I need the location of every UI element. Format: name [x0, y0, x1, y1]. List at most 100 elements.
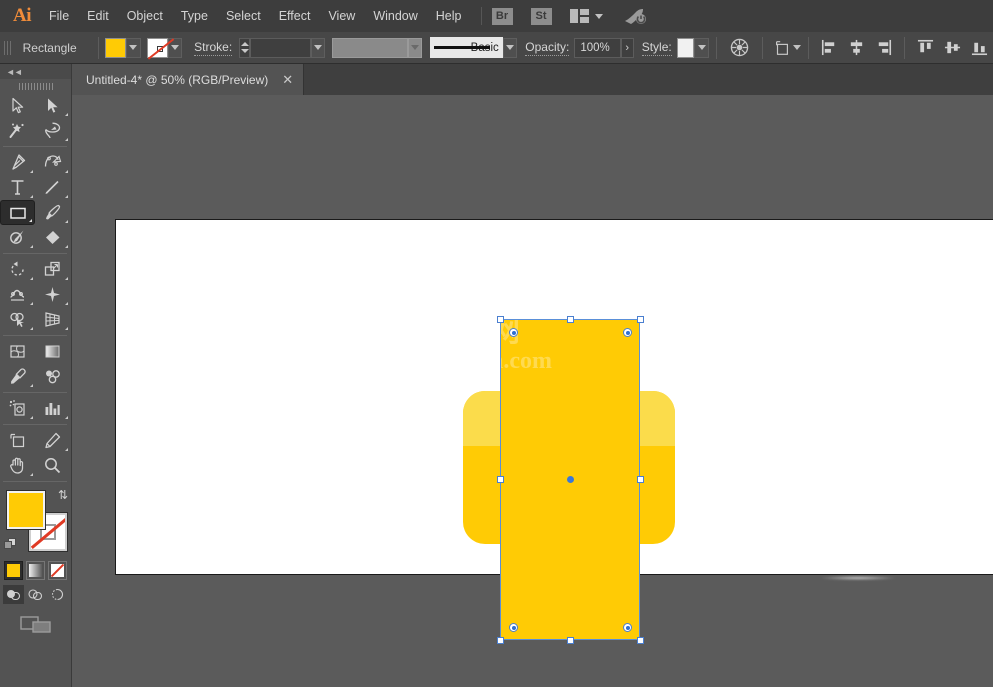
column-graph-tool[interactable]: [35, 396, 70, 421]
chevron-down-icon: [411, 45, 419, 50]
stroke-color-swatch[interactable]: [147, 38, 168, 58]
gradient-mode-button[interactable]: [26, 561, 45, 580]
mesh-tool[interactable]: [0, 339, 35, 364]
artboard-shadow: [820, 576, 896, 580]
none-mode-button[interactable]: [48, 561, 67, 580]
align-top-icon[interactable]: [917, 39, 934, 56]
scale-tool[interactable]: [35, 257, 70, 282]
control-bar-grip[interactable]: [4, 38, 13, 58]
align-vertical-center-icon[interactable]: [944, 39, 961, 56]
menu-item-window[interactable]: Window: [364, 4, 426, 28]
opacity-label[interactable]: Opacity:: [525, 40, 569, 56]
free-transform-tool[interactable]: [35, 282, 70, 307]
arrange-documents-icon: [570, 9, 589, 23]
slice-tool[interactable]: [35, 428, 70, 453]
stroke-weight-label[interactable]: Stroke:: [194, 40, 232, 56]
brush-definition-display[interactable]: Basic: [430, 37, 503, 58]
menu-item-edit[interactable]: Edit: [78, 4, 118, 28]
app-logo: Ai: [4, 5, 40, 27]
close-icon[interactable]: ✕: [282, 73, 293, 86]
pen-tool[interactable]: [0, 150, 35, 175]
selection-handle-bottom-right[interactable]: [637, 637, 644, 644]
brush-definition-dropdown[interactable]: [503, 38, 518, 58]
align-bottom-icon[interactable]: [971, 39, 988, 56]
artboard-tool[interactable]: [0, 428, 35, 453]
canvas-area[interactable]: 网 n.com: [72, 95, 993, 687]
transform-icon[interactable]: [773, 39, 791, 57]
draw-normal-button[interactable]: [3, 585, 24, 604]
panel-grip-icon[interactable]: [0, 79, 71, 93]
control-divider: [762, 37, 763, 59]
blend-tool[interactable]: [35, 364, 70, 389]
stroke-weight-input[interactable]: [250, 38, 311, 58]
menu-item-effect[interactable]: Effect: [270, 4, 320, 28]
shape-builder-tool[interactable]: [0, 307, 35, 332]
eraser-tool[interactable]: [35, 225, 70, 250]
chevron-down-icon[interactable]: [793, 45, 801, 50]
selection-handle-bottom-left[interactable]: [497, 637, 504, 644]
draw-inside-button[interactable]: [47, 585, 68, 604]
menu-item-object[interactable]: Object: [118, 4, 172, 28]
align-right-icon[interactable]: [875, 39, 892, 56]
anchor-point[interactable]: [509, 328, 518, 337]
lasso-tool[interactable]: [35, 118, 70, 143]
zoom-tool[interactable]: [35, 453, 70, 478]
double-chevron-left-icon[interactable]: ◄◄: [6, 67, 22, 77]
anchor-point[interactable]: [623, 623, 632, 632]
draw-behind-button[interactable]: [25, 585, 46, 604]
menu-item-file[interactable]: File: [40, 4, 78, 28]
stock-icon[interactable]: St: [531, 8, 552, 25]
shaper-tool[interactable]: [0, 225, 35, 250]
change-screen-mode-icon[interactable]: [20, 614, 52, 634]
document-tab[interactable]: Untitled-4* @ 50% (RGB/Preview) ✕: [72, 64, 304, 95]
rectangle-tool[interactable]: [0, 200, 35, 225]
opacity-options-button[interactable]: ›: [621, 38, 634, 58]
menu-item-view[interactable]: View: [319, 4, 364, 28]
selection-tool[interactable]: [0, 93, 35, 118]
curvature-tool[interactable]: [35, 150, 70, 175]
stroke-weight-stepper[interactable]: [239, 38, 250, 58]
recolor-artwork-icon[interactable]: [730, 38, 749, 57]
fill-color-swatch[interactable]: [105, 38, 126, 58]
width-tool[interactable]: [0, 282, 35, 307]
rocket-icon[interactable]: [623, 7, 647, 25]
arrange-documents-button[interactable]: [570, 9, 603, 23]
bridge-icon[interactable]: Br: [492, 8, 513, 25]
align-left-icon[interactable]: [821, 39, 838, 56]
direct-selection-tool[interactable]: [35, 93, 70, 118]
default-fill-stroke-icon[interactable]: [4, 538, 17, 551]
perspective-grid-tool[interactable]: [35, 307, 70, 332]
selection-handle-bottom-center[interactable]: [567, 637, 574, 644]
rotate-tool[interactable]: [0, 257, 35, 282]
align-horizontal-center-icon[interactable]: [848, 39, 865, 56]
anchor-point[interactable]: [623, 328, 632, 337]
paintbrush-tool[interactable]: [35, 200, 70, 225]
selection-handle-top-right[interactable]: [637, 316, 644, 323]
anchor-point[interactable]: [509, 623, 518, 632]
tools-panel-header[interactable]: ◄◄: [0, 64, 71, 79]
line-segment-tool[interactable]: [35, 175, 70, 200]
stroke-weight-dropdown[interactable]: [311, 38, 326, 58]
type-tool[interactable]: [0, 175, 35, 200]
fill-color-indicator[interactable]: [7, 491, 45, 529]
selection-handle-top-center[interactable]: [567, 316, 574, 323]
selection-handle-middle-right[interactable]: [637, 476, 644, 483]
graphic-style-dropdown[interactable]: [694, 38, 709, 58]
menu-item-help[interactable]: Help: [427, 4, 471, 28]
opacity-input[interactable]: 100%: [574, 38, 620, 58]
graphic-style-swatch[interactable]: [677, 38, 695, 58]
symbol-sprayer-tool[interactable]: [0, 396, 35, 421]
variable-width-profile-input: [332, 38, 407, 58]
fill-color-dropdown[interactable]: [126, 38, 141, 58]
hand-tool[interactable]: [0, 453, 35, 478]
gradient-tool[interactable]: [35, 339, 70, 364]
menu-item-select[interactable]: Select: [217, 4, 270, 28]
eyedropper-tool[interactable]: [0, 364, 35, 389]
color-mode-button[interactable]: [4, 561, 23, 580]
swap-fill-stroke-icon[interactable]: ⇅: [58, 489, 68, 501]
selected-object-type: Rectangle: [23, 41, 81, 55]
selection-handle-top-left[interactable]: [497, 316, 504, 323]
menu-item-type[interactable]: Type: [172, 4, 217, 28]
selection-handle-middle-left[interactable]: [497, 476, 504, 483]
magic-wand-tool[interactable]: [0, 118, 35, 143]
